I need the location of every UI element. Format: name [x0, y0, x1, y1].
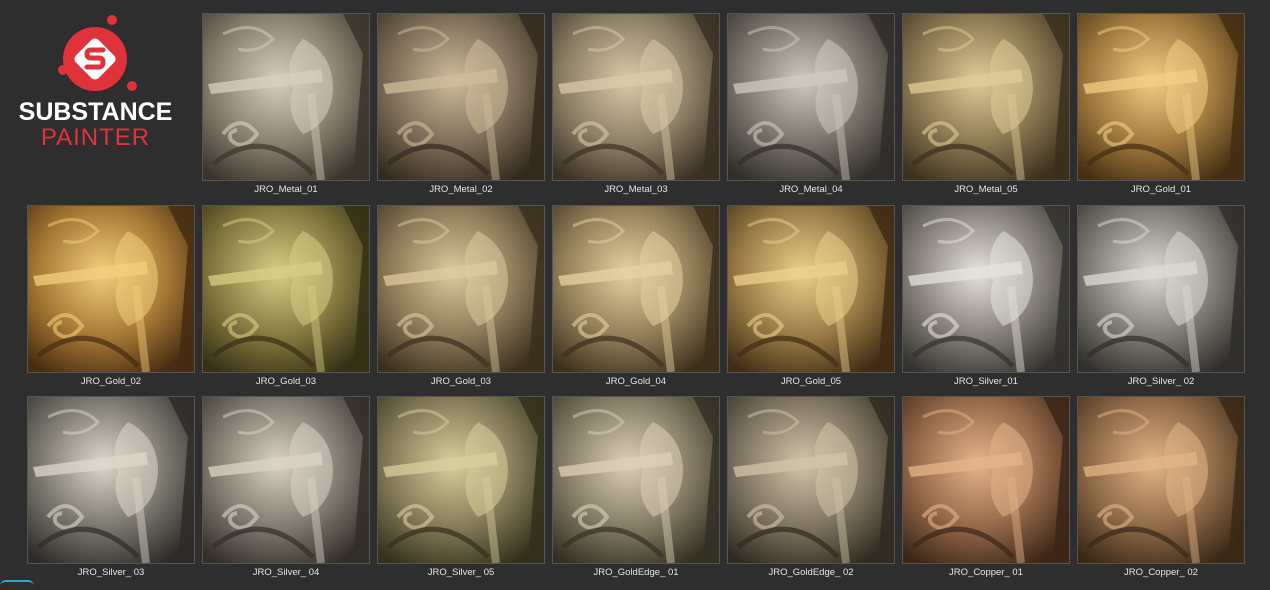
- ornament-preview-icon: [903, 206, 1069, 372]
- material-preview-image: [1077, 13, 1245, 181]
- material-thumbnail[interactable]: JRO_Gold_03: [202, 205, 370, 387]
- material-thumbnail[interactable]: JRO_Metal_03: [552, 13, 720, 195]
- material-label: JRO_Gold_03: [430, 376, 492, 387]
- material-thumbnail[interactable]: JRO_Gold_02: [27, 205, 195, 387]
- material-preview-image: [202, 205, 370, 373]
- material-label: JRO_Metal_02: [429, 184, 493, 195]
- ornament-preview-icon: [203, 14, 369, 180]
- material-label: JRO_Silver_ 05: [427, 567, 495, 578]
- material-preview-image: [202, 13, 370, 181]
- logo-title-line1: SUBSTANCE: [18, 98, 173, 126]
- material-thumbnail[interactable]: JRO_Metal_04: [727, 13, 895, 195]
- material-label: JRO_Copper_ 02: [1124, 567, 1198, 578]
- material-thumbnail[interactable]: JRO_GoldEdge_ 01: [552, 396, 720, 578]
- material-preview-image: [1077, 396, 1245, 564]
- material-thumbnail[interactable]: JRO_Silver_ 04: [202, 396, 370, 578]
- material-label: JRO_Copper_ 01: [949, 567, 1023, 578]
- ornament-preview-icon: [728, 206, 894, 372]
- material-label: JRO_Metal_04: [779, 184, 843, 195]
- ornament-preview-icon: [28, 206, 194, 372]
- material-preview-image: [902, 13, 1070, 181]
- substance-logo-icon: [58, 15, 137, 91]
- ornament-preview-icon: [903, 14, 1069, 180]
- ornament-preview-icon: [378, 206, 544, 372]
- material-label: JRO_Metal_03: [604, 184, 668, 195]
- ornament-preview-icon: [378, 397, 544, 563]
- material-preview-image: [377, 13, 545, 181]
- material-label: JRO_GoldEdge_ 01: [593, 567, 679, 578]
- ornament-preview-icon: [203, 206, 369, 372]
- ornament-preview-icon: [378, 14, 544, 180]
- ornament-preview-icon: [28, 397, 194, 563]
- material-preview-image: [902, 205, 1070, 373]
- material-preview-image: [377, 396, 545, 564]
- material-preview-image: [27, 396, 195, 564]
- ornament-preview-icon: [728, 14, 894, 180]
- ornament-preview-icon: [1078, 14, 1244, 180]
- material-thumbnail[interactable]: JRO_Copper_ 01: [902, 396, 1070, 578]
- material-thumbnail[interactable]: JRO_Silver_01: [902, 205, 1070, 387]
- material-label: JRO_Gold_04: [605, 376, 667, 387]
- ornament-preview-icon: [203, 397, 369, 563]
- material-label: JRO_Gold_05: [780, 376, 842, 387]
- material-thumbnail[interactable]: JRO_Gold_03: [377, 205, 545, 387]
- material-label: JRO_Silver_01: [954, 376, 1018, 387]
- material-thumbnail[interactable]: JRO_Gold_01: [1077, 13, 1245, 195]
- material-preview-image: [727, 396, 895, 564]
- substance-painter-logo: SUBSTANCE PAINTER: [18, 14, 173, 154]
- material-thumbnail[interactable]: JRO_Metal_05: [902, 13, 1070, 195]
- material-preview-image: [202, 396, 370, 564]
- material-thumbnail[interactable]: JRO_Gold_05: [727, 205, 895, 387]
- material-thumbnail[interactable]: JRO_Silver_ 02: [1077, 205, 1245, 387]
- material-label: JRO_Gold_01: [1130, 184, 1192, 195]
- material-label: JRO_Gold_03: [255, 376, 317, 387]
- material-preview-image: [552, 13, 720, 181]
- material-preview-image: [377, 205, 545, 373]
- material-thumbnail[interactable]: JRO_Silver_ 03: [27, 396, 195, 578]
- ornament-preview-icon: [553, 206, 719, 372]
- material-thumbnail[interactable]: JRO_Silver_ 05: [377, 396, 545, 578]
- material-label: JRO_GoldEdge_ 02: [768, 567, 854, 578]
- material-preview-image: [552, 205, 720, 373]
- material-preview-image: [902, 396, 1070, 564]
- material-thumbnail[interactable]: JRO_Metal_01: [202, 13, 370, 195]
- material-preview-image: [727, 205, 895, 373]
- material-preview-image: [552, 396, 720, 564]
- ornament-preview-icon: [553, 397, 719, 563]
- ornament-preview-icon: [1078, 397, 1244, 563]
- material-thumbnail[interactable]: JRO_Metal_02: [377, 13, 545, 195]
- material-label: JRO_Silver_ 02: [1127, 376, 1195, 387]
- material-thumbnail[interactable]: JRO_Gold_04: [552, 205, 720, 387]
- material-label: JRO_Gold_02: [80, 376, 142, 387]
- material-label: JRO_Metal_01: [254, 184, 318, 195]
- material-thumbnail[interactable]: JRO_Copper_ 02: [1077, 396, 1245, 578]
- taskbar-edge-indicator: [0, 580, 34, 590]
- material-label: JRO_Silver_ 04: [252, 567, 320, 578]
- ornament-preview-icon: [903, 397, 1069, 563]
- logo-title-line2: PAINTER: [40, 124, 151, 151]
- material-label: JRO_Metal_05: [954, 184, 1018, 195]
- material-preview-image: [727, 13, 895, 181]
- ornament-preview-icon: [553, 14, 719, 180]
- ornament-preview-icon: [728, 397, 894, 563]
- material-thumbnail[interactable]: JRO_GoldEdge_ 02: [727, 396, 895, 578]
- material-label: JRO_Silver_ 03: [77, 567, 145, 578]
- ornament-preview-icon: [1078, 206, 1244, 372]
- material-preview-image: [27, 205, 195, 373]
- material-preview-image: [1077, 205, 1245, 373]
